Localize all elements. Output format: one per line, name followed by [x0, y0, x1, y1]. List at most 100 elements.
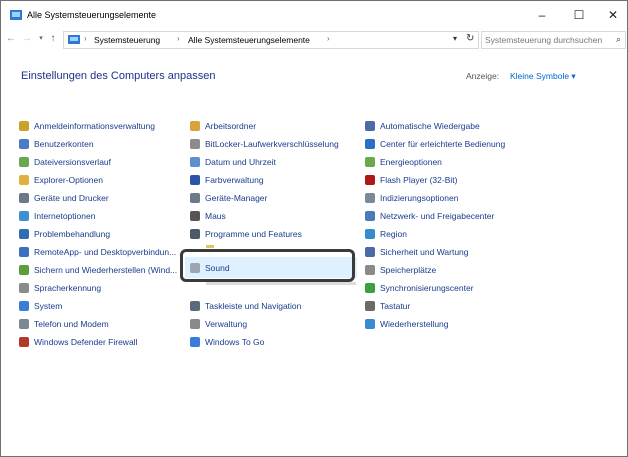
backup-icon	[19, 265, 29, 275]
taskbar-icon	[190, 301, 200, 311]
address-dropdown-icon[interactable]: ▾	[453, 34, 457, 43]
control-panel-item[interactable]: Tastatur	[365, 297, 505, 315]
address-bar[interactable]: › Systemsteuerung › Alle Systemsteuerung…	[63, 31, 479, 49]
recovery-icon	[365, 319, 375, 329]
firewall-icon	[19, 337, 29, 347]
control-panel-item[interactable]: Arbeitsordner	[190, 117, 339, 135]
printer-icon	[19, 193, 29, 203]
system-icon	[19, 301, 29, 311]
control-panel-item[interactable]: Center für erleichterte Bedienung	[365, 135, 505, 153]
maximize-button[interactable]: ☐	[561, 1, 597, 29]
region-icon	[365, 229, 375, 239]
minimize-button[interactable]: –	[524, 1, 560, 29]
windows-to-go-icon	[190, 337, 200, 347]
clock-icon	[190, 157, 200, 167]
control-panel-item[interactable]: Spracherkennung	[19, 279, 177, 297]
control-panel-item[interactable]: Automatische Wiedergabe	[365, 117, 505, 135]
breadcrumb-alle-elemente[interactable]: Alle Systemsteuerungselemente	[188, 35, 310, 45]
breadcrumb-systemsteuerung[interactable]: Systemsteuerung	[94, 35, 160, 45]
items-column-3: Automatische Wiedergabe Center für erlei…	[365, 117, 505, 333]
highlight-frame	[180, 249, 355, 282]
sync-icon	[365, 283, 375, 293]
title-bar: Alle Systemsteuerungselemente – ☐ ✕	[1, 1, 627, 29]
control-panel-item[interactable]: Datum und Uhrzeit	[190, 153, 339, 171]
control-panel-item[interactable]: Sichern und Wiederherstellen (Wind...	[19, 261, 177, 279]
control-panel-item[interactable]: Anmeldeinformationsverwaltung	[19, 117, 177, 135]
microphone-icon	[19, 283, 29, 293]
items-column-2: Arbeitsordner BitLocker-Laufwerkverschlü…	[190, 117, 339, 351]
up-arrow-icon[interactable]: ↑	[47, 31, 59, 47]
folder-options-icon	[19, 175, 29, 185]
mouse-icon	[190, 211, 200, 221]
back-arrow-icon[interactable]: ←	[5, 31, 17, 47]
control-panel-item[interactable]: Geräte-Manager	[190, 189, 339, 207]
admin-tools-icon	[190, 319, 200, 329]
control-panel-item[interactable]: Taskleiste und Navigation	[190, 297, 339, 315]
control-panel-item[interactable]: Farbverwaltung	[190, 171, 339, 189]
search-box[interactable]: ⌕	[481, 31, 626, 49]
network-icon	[365, 211, 375, 221]
control-panel-item[interactable]: Programme und Features	[190, 225, 339, 243]
control-panel-item[interactable]: System	[19, 297, 177, 315]
programs-icon	[190, 229, 200, 239]
control-panel-item[interactable]: Region	[365, 225, 505, 243]
breadcrumb-separator: ›	[84, 34, 87, 43]
bitlocker-icon	[190, 139, 200, 149]
view-mode-dropdown[interactable]: Kleine Symbole ▾	[510, 71, 576, 82]
control-panel-item[interactable]: Windows To Go	[190, 333, 339, 351]
breadcrumb-separator: ›	[327, 34, 330, 43]
remoteapp-icon	[19, 247, 29, 257]
forward-arrow-icon[interactable]: →	[21, 31, 33, 47]
flash-icon	[365, 175, 375, 185]
breadcrumb-separator: ›	[177, 34, 180, 43]
control-panel-item[interactable]: Dateiversionsverlauf	[19, 153, 177, 171]
control-panel-item[interactable]: Maus	[190, 207, 339, 225]
control-panel-crumb-icon	[68, 35, 80, 44]
power-icon	[365, 157, 375, 167]
control-panel-item[interactable]: Benutzerkonten	[19, 135, 177, 153]
control-panel-item[interactable]: Flash Player (32-Bit)	[365, 171, 505, 189]
control-panel-item[interactable]: Wiederherstellung	[365, 315, 505, 333]
ease-of-access-icon	[365, 139, 375, 149]
items-column-1: Anmeldeinformationsverwaltung Benutzerko…	[19, 117, 177, 351]
window-title: Alle Systemsteuerungselemente	[27, 10, 157, 20]
control-panel-item[interactable]: Geräte und Drucker	[19, 189, 177, 207]
work-folders-icon	[190, 121, 200, 131]
recent-locations-chevron-icon[interactable]: ▾	[35, 31, 47, 47]
troubleshoot-icon	[19, 229, 29, 239]
control-panel-item[interactable]: Sicherheit und Wartung	[365, 243, 505, 261]
indexing-icon	[365, 193, 375, 203]
control-panel-window: Alle Systemsteuerungselemente – ☐ ✕ ← → …	[0, 0, 628, 457]
navigation-bar: ← → ▾ ↑ › Systemsteuerung › Alle Systems…	[1, 29, 627, 49]
control-panel-item[interactable]: RemoteApp- und Desktopverbindun...	[19, 243, 177, 261]
control-panel-item[interactable]: Telefon und Modem	[19, 315, 177, 333]
control-panel-item[interactable]: Energieoptionen	[365, 153, 505, 171]
control-panel-item[interactable]: Verwaltung	[190, 315, 339, 333]
search-icon[interactable]: ⌕	[616, 34, 621, 45]
users-icon	[19, 139, 29, 149]
search-input[interactable]	[485, 33, 605, 46]
internet-icon	[19, 211, 29, 221]
control-panel-item[interactable]: Netzwerk- und Freigabecenter	[365, 207, 505, 225]
control-panel-item[interactable]: Explorer-Optionen	[19, 171, 177, 189]
autoplay-icon	[365, 121, 375, 131]
control-panel-item[interactable]: Speicherplätze	[365, 261, 505, 279]
control-panel-icon	[10, 10, 22, 20]
control-panel-item[interactable]: Indizierungsoptionen	[365, 189, 505, 207]
refresh-icon[interactable]: ↻	[466, 33, 474, 44]
control-panel-item[interactable]: Problembehandlung	[19, 225, 177, 243]
obscured-item-edge	[206, 282, 356, 285]
control-panel-item[interactable]: BitLocker-Laufwerkverschlüsselung	[190, 135, 339, 153]
control-panel-item[interactable]: Internetoptionen	[19, 207, 177, 225]
obscured-item-edge	[206, 245, 214, 248]
page-heading: Einstellungen des Computers anpassen	[21, 70, 216, 82]
credential-icon	[19, 121, 29, 131]
storage-spaces-icon	[365, 265, 375, 275]
control-panel-item[interactable]: Windows Defender Firewall	[19, 333, 177, 351]
flag-icon	[365, 247, 375, 257]
view-label: Anzeige:	[466, 71, 500, 81]
control-panel-item[interactable]: Synchronisierungscenter	[365, 279, 505, 297]
keyboard-icon	[365, 301, 375, 311]
close-button[interactable]: ✕	[595, 1, 627, 29]
color-management-icon	[190, 175, 200, 185]
